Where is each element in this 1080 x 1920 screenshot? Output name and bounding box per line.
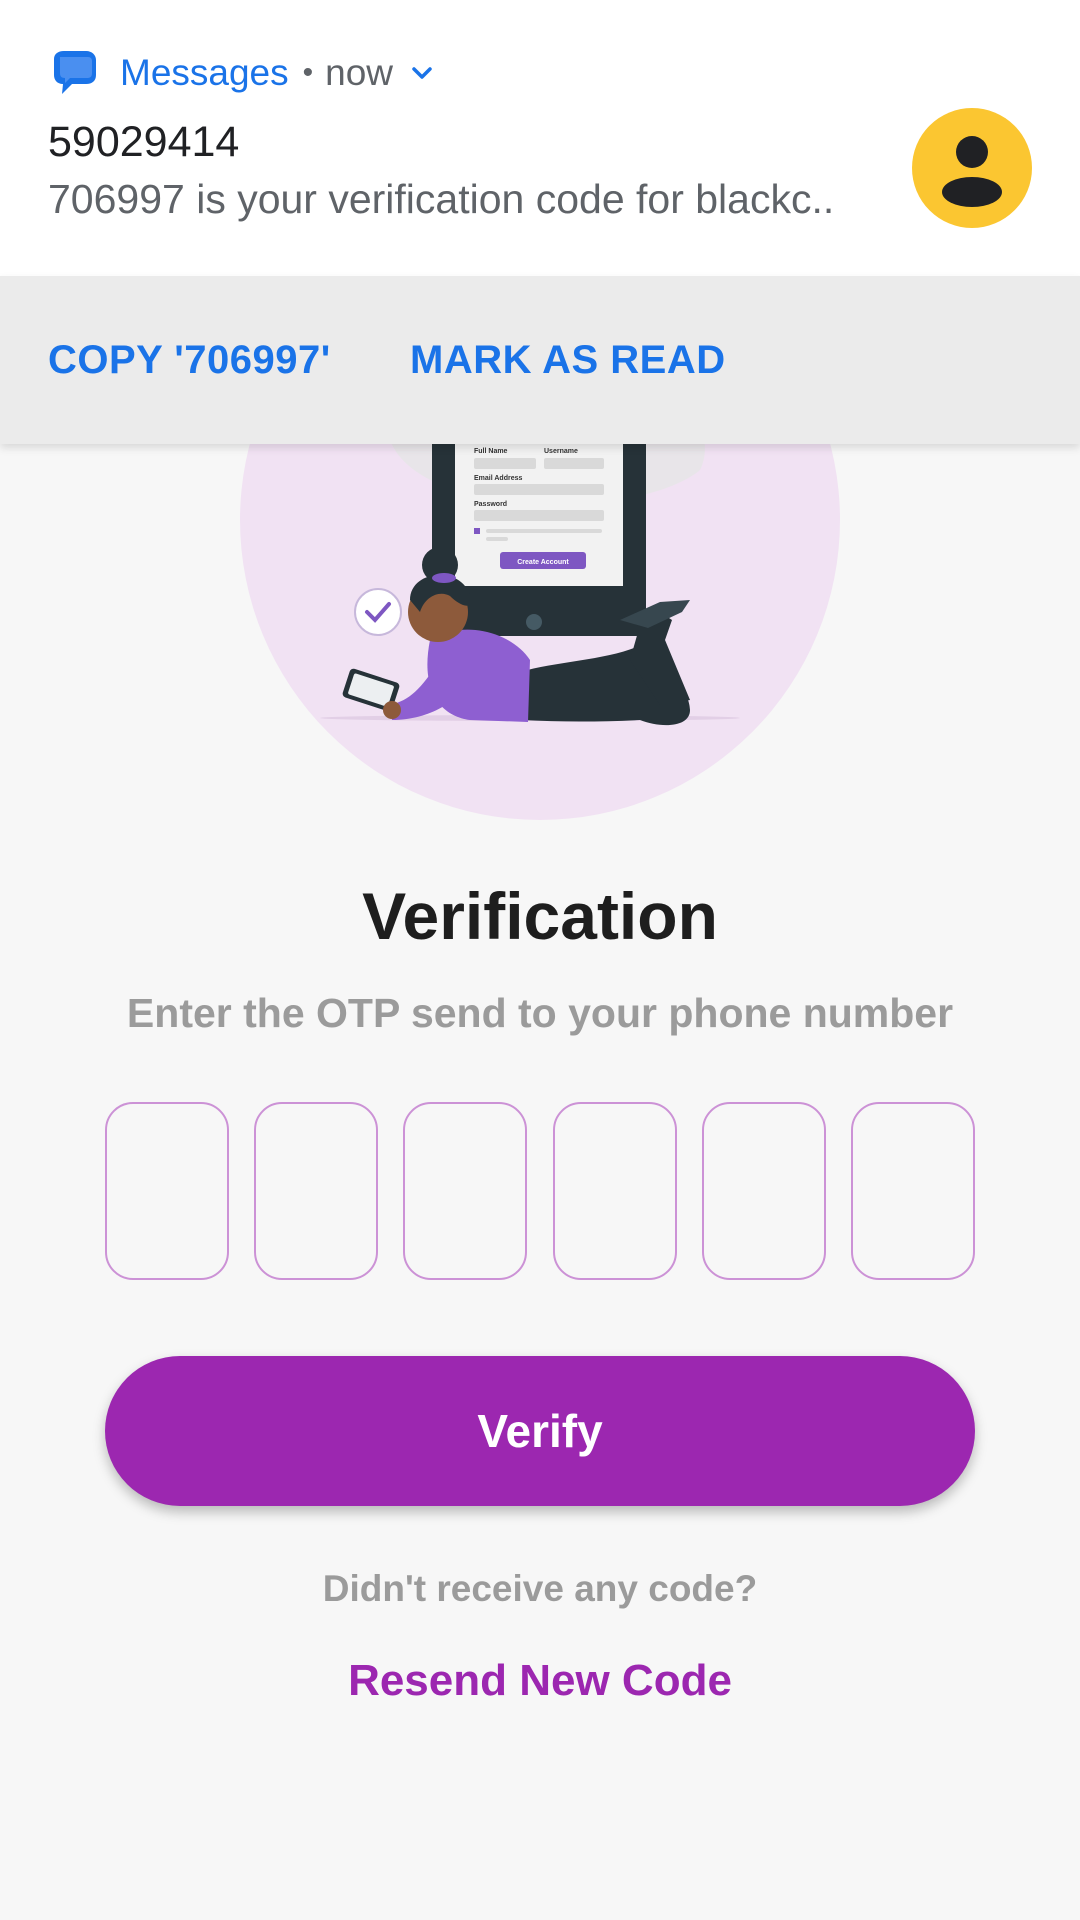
notification-header: Messages • now	[48, 46, 437, 100]
form-label-fullname: Full Name	[474, 448, 508, 455]
notification-app-name: Messages	[120, 52, 289, 93]
person-icon	[942, 136, 1002, 207]
notification-message-preview: 706997 is your verification code for bla…	[48, 176, 835, 222]
sms-notification[interactable]: Messages • now 59029414 706997 is your v…	[0, 0, 1080, 444]
otp-digit-2[interactable]	[254, 1102, 379, 1280]
notification-actions: COPY '706997' MARK AS READ	[0, 276, 1080, 444]
notification-sender: 59029414	[48, 118, 240, 166]
form-field	[486, 529, 602, 533]
form-create-button-label: Create Account	[517, 559, 569, 566]
resend-code-link[interactable]: Resend New Code	[0, 1656, 1080, 1706]
otp-digit-6[interactable]	[850, 1102, 975, 1280]
form-checkbox	[474, 528, 480, 534]
notification-content[interactable]: Messages • now 59029414 706997 is your v…	[0, 0, 1080, 276]
no-code-text: Didn't receive any code?	[322, 1568, 758, 1609]
form-field	[486, 537, 508, 541]
mark-as-read-button[interactable]: MARK AS READ	[410, 338, 726, 383]
header-separator: •	[302, 56, 314, 89]
otp-digit-1[interactable]	[105, 1102, 229, 1280]
otp-digit-3[interactable]	[403, 1102, 528, 1280]
messages-app-icon	[54, 51, 96, 94]
page-subtitle: Enter the OTP send to your phone number	[126, 990, 954, 1036]
copy-code-button[interactable]: COPY '706997'	[48, 338, 331, 383]
woman-hairband	[432, 573, 456, 583]
form-field	[474, 458, 536, 469]
form-label-email: Email Address	[474, 475, 522, 482]
verify-button[interactable]: Verify	[105, 1356, 975, 1506]
notification-time: now	[325, 52, 394, 93]
otp-digit-5[interactable]	[701, 1102, 826, 1280]
form-label-username: Username	[544, 448, 578, 455]
form-field	[544, 458, 604, 469]
form-label-password: Password	[474, 501, 507, 508]
page-title: Verification	[362, 879, 718, 953]
woman-hand	[383, 701, 401, 719]
otp-input-group	[105, 1102, 975, 1280]
tablet-home-button	[526, 614, 542, 630]
check-badge	[354, 588, 402, 636]
form-field	[474, 484, 604, 495]
avatar	[912, 108, 1032, 228]
otp-digit-4[interactable]	[552, 1102, 677, 1280]
chevron-down-icon[interactable]	[407, 58, 437, 88]
form-field	[474, 510, 604, 521]
